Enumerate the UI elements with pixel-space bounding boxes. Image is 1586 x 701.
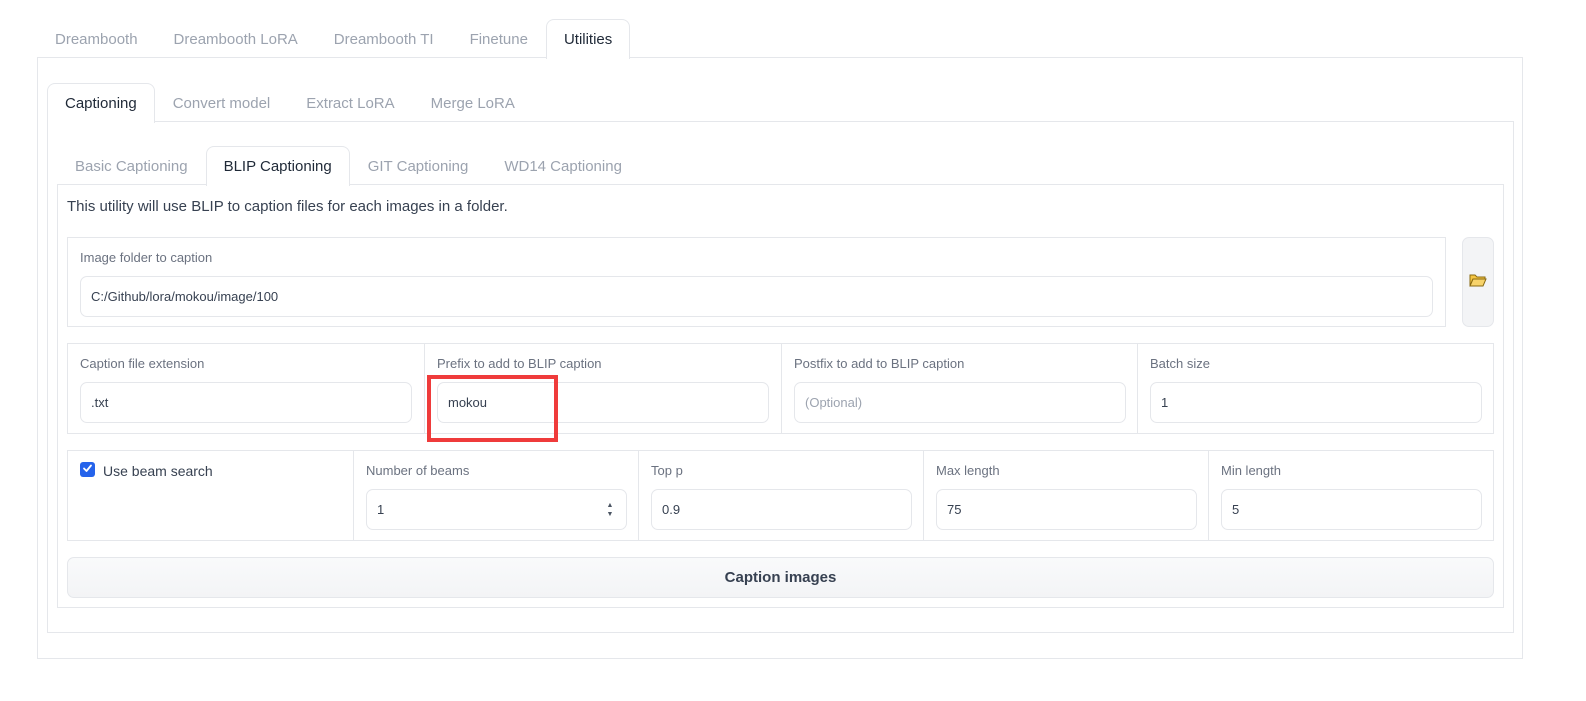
batch-size-input[interactable]: 1 <box>1150 382 1482 423</box>
tab-git-captioning[interactable]: GIT Captioning <box>350 146 487 185</box>
prefix-field: Prefix to add to BLIP caption mokou <box>425 344 781 435</box>
max-length-field: Max length 75 <box>924 451 1209 542</box>
folder-open-button[interactable] <box>1462 237 1494 327</box>
postfix-input[interactable]: (Optional) <box>794 382 1126 423</box>
max-length-label: Max length <box>936 463 1000 478</box>
batch-size-label: Batch size <box>1150 356 1210 371</box>
main-tabbar: Dreambooth Dreambooth LoRA Dreambooth TI… <box>37 19 631 59</box>
image-folder-input[interactable]: C:/Github/lora/mokou/image/100 <box>80 276 1433 317</box>
image-folder-block: Image folder to caption C:/Github/lora/m… <box>67 237 1446 327</box>
tab-basic-captioning[interactable]: Basic Captioning <box>57 146 206 185</box>
caption-ext-field: Caption file extension .txt <box>68 344 424 435</box>
tab-convert-model[interactable]: Convert model <box>155 83 289 122</box>
beam-search-checkbox[interactable] <box>80 462 95 477</box>
tab-wd14-captioning[interactable]: WD14 Captioning <box>486 146 640 185</box>
beam-search-label[interactable]: Use beam search <box>103 463 213 479</box>
postfix-field: Postfix to add to BLIP caption (Optional… <box>782 344 1138 435</box>
min-length-input[interactable]: 5 <box>1221 489 1482 530</box>
tab-extract-lora[interactable]: Extract LoRA <box>288 83 412 122</box>
description-text: This utility will use BLIP to caption fi… <box>67 198 508 215</box>
top-p-input[interactable]: 0.9 <box>651 489 912 530</box>
number-stepper[interactable]: ▲ ▼ <box>604 501 616 519</box>
prefix-label: Prefix to add to BLIP caption <box>437 356 602 371</box>
num-beams-field: Number of beams 1 ▲ ▼ <box>354 451 639 542</box>
tab-dreambooth[interactable]: Dreambooth <box>37 19 156 58</box>
max-length-input[interactable]: 75 <box>936 489 1197 530</box>
tab-merge-lora[interactable]: Merge LoRA <box>413 83 533 122</box>
check-icon <box>82 461 93 479</box>
utility-tabbar: Captioning Convert model Extract LoRA Me… <box>47 83 533 123</box>
postfix-label: Postfix to add to BLIP caption <box>794 356 965 371</box>
caption-tabbar: Basic Captioning BLIP Captioning GIT Cap… <box>57 146 640 186</box>
tab-blip-captioning[interactable]: BLIP Captioning <box>205 146 350 186</box>
tab-dreambooth-lora[interactable]: Dreambooth LoRA <box>156 19 316 58</box>
min-length-label: Min length <box>1221 463 1281 478</box>
num-beams-input[interactable]: 1 ▲ ▼ <box>366 489 627 530</box>
min-length-field: Min length 5 <box>1209 451 1494 542</box>
batch-size-field: Batch size 1 <box>1138 344 1494 435</box>
tab-utilities[interactable]: Utilities <box>545 19 631 59</box>
tab-finetune[interactable]: Finetune <box>452 19 546 58</box>
stepper-down-icon[interactable]: ▼ <box>607 511 614 518</box>
caption-ext-label: Caption file extension <box>80 356 205 371</box>
prefix-input[interactable]: mokou <box>437 382 769 423</box>
tab-captioning[interactable]: Captioning <box>47 83 155 123</box>
image-folder-label: Image folder to caption <box>80 250 213 265</box>
caption-ext-input[interactable]: .txt <box>80 382 412 423</box>
num-beams-value: 1 <box>377 502 385 517</box>
tab-dreambooth-ti[interactable]: Dreambooth TI <box>316 19 452 58</box>
stepper-up-icon[interactable]: ▲ <box>607 502 614 509</box>
top-p-field: Top p 0.9 <box>639 451 924 542</box>
folder-open-icon <box>1469 273 1487 292</box>
top-p-label: Top p <box>651 463 683 478</box>
num-beams-label: Number of beams <box>366 463 470 478</box>
caption-images-button[interactable]: Caption images <box>67 557 1494 598</box>
caption-options-row: Caption file extension .txt Prefix to ad… <box>67 343 1494 434</box>
beam-options-row: Number of beams 1 ▲ ▼ Top p 0.9 Max leng… <box>67 450 1494 541</box>
